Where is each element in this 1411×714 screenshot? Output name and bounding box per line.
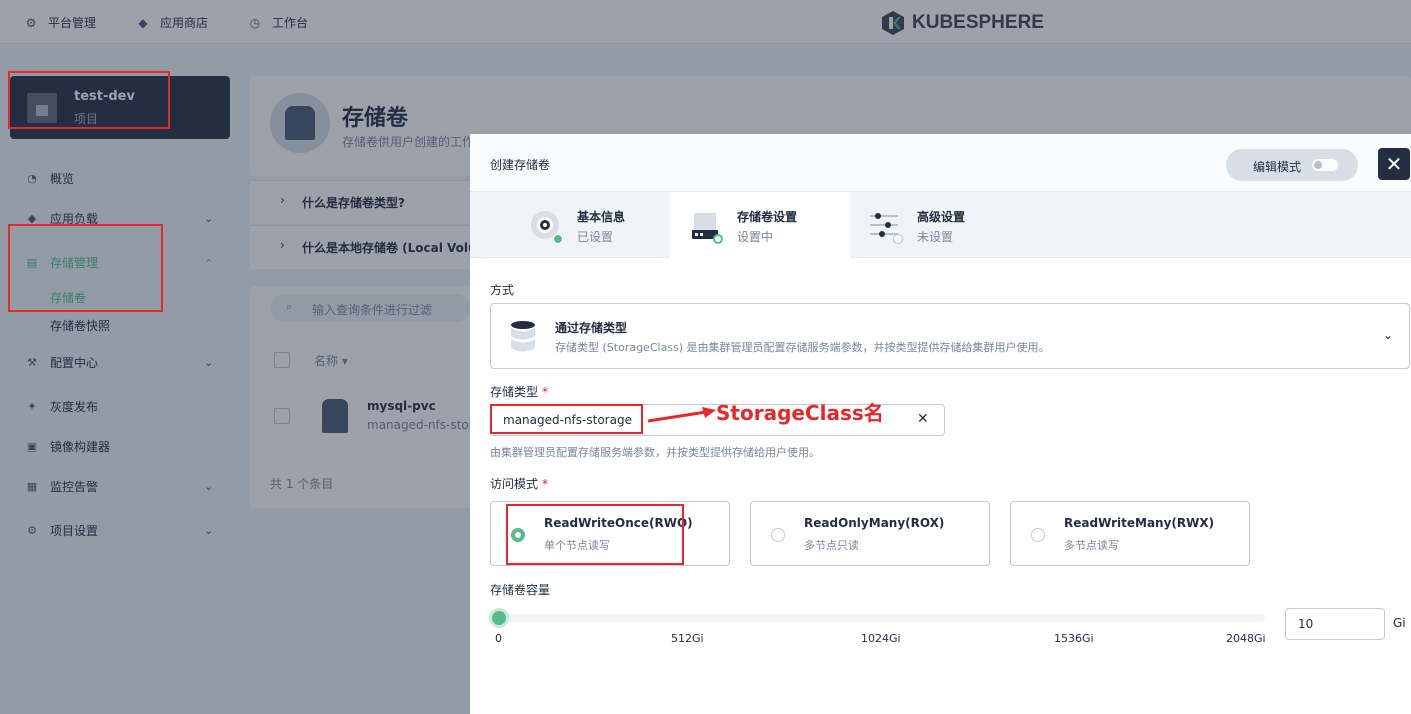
capacity-slider-track[interactable]	[498, 614, 1265, 622]
step-title: 高级设置	[917, 210, 966, 224]
modal-header: 创建存储卷 编辑模式 ✕	[470, 134, 1411, 192]
storage-class-label-text: 存储类型	[490, 385, 539, 399]
radio-icon	[1031, 528, 1045, 542]
step-advanced-settings[interactable]: 高级设置 未设置	[850, 192, 1030, 258]
access-mode-title: ReadWriteMany(RWX)	[1064, 516, 1215, 530]
required-mark: *	[542, 477, 549, 491]
annotation-box-project	[8, 71, 170, 129]
slider-tick: 0	[495, 632, 502, 645]
step-status: 未设置	[917, 230, 954, 244]
capacity-unit: Gi	[1393, 616, 1406, 630]
storage-class-label: 存储类型 *	[490, 383, 548, 400]
step-done-icon	[553, 234, 563, 244]
annotation-box-storage	[8, 224, 163, 312]
slider-tick: 1024Gi	[861, 632, 901, 645]
storage-class-hint: 由集群管理员配置存储服务端参数，并按类型提供存储给用户使用。	[490, 446, 820, 459]
chevron-down-icon: ⌄	[1383, 328, 1394, 342]
slider-tick: 2048Gi	[1226, 632, 1266, 645]
step-status: 已设置	[577, 230, 614, 244]
slider-tick: 512Gi	[671, 632, 704, 645]
method-title: 通过存储类型	[555, 321, 628, 335]
edit-mode-label: 编辑模式	[1253, 160, 1302, 174]
annotation-box-storage-class	[490, 404, 643, 434]
radio-icon	[771, 528, 785, 542]
wizard-steps: 基本信息 已设置 存储卷设置 设置中 高级设置 未设置	[470, 192, 1411, 258]
toggle-switch-icon	[1312, 159, 1338, 171]
capacity-value: 10	[1298, 617, 1314, 631]
annotation-box-rwo	[506, 504, 684, 565]
method-label: 方式	[490, 283, 515, 297]
method-description: 存储类型 (StorageClass) 是由集群管理员配置存储服务端参数，并按类…	[555, 341, 1050, 354]
access-mode-desc: 多节点读写	[1064, 539, 1119, 552]
slider-tick: 1536Gi	[1054, 632, 1094, 645]
access-mode-label: 访问模式 *	[490, 475, 548, 492]
access-mode-rwx[interactable]: ReadWriteMany(RWX) 多节点读写	[1010, 501, 1250, 566]
step-title: 存储卷设置	[737, 210, 798, 224]
annotation-storageclass-label: StorageClass名	[716, 401, 884, 425]
method-select[interactable]: 通过存储类型 存储类型 (StorageClass) 是由集群管理员配置存储服务…	[490, 303, 1410, 369]
access-mode-label-text: 访问模式	[490, 477, 539, 491]
close-button[interactable]: ✕	[1378, 148, 1410, 180]
access-mode-rox[interactable]: ReadOnlyMany(ROX) 多节点只读	[750, 501, 990, 566]
clear-icon[interactable]: ✕	[917, 411, 929, 427]
step-status: 设置中	[737, 230, 774, 244]
capacity-input[interactable]: 10	[1285, 608, 1385, 640]
step-basic-info[interactable]: 基本信息 已设置	[490, 192, 670, 258]
access-mode-title: ReadOnlyMany(ROX)	[804, 516, 945, 530]
capacity-slider-handle[interactable]	[489, 608, 509, 628]
access-mode-desc: 多节点只读	[804, 539, 859, 552]
annotation-arrow-icon	[647, 407, 716, 423]
required-mark: *	[542, 385, 549, 399]
database-icon	[511, 321, 535, 352]
edit-mode-toggle[interactable]: 编辑模式	[1226, 149, 1358, 181]
step-current-icon	[713, 234, 723, 244]
capacity-label: 存储卷容量	[490, 583, 551, 597]
step-volume-settings[interactable]: 存储卷设置 设置中	[670, 192, 850, 258]
modal-title: 创建存储卷	[490, 158, 551, 172]
step-title: 基本信息	[577, 210, 626, 224]
step-pending-icon	[893, 234, 903, 244]
